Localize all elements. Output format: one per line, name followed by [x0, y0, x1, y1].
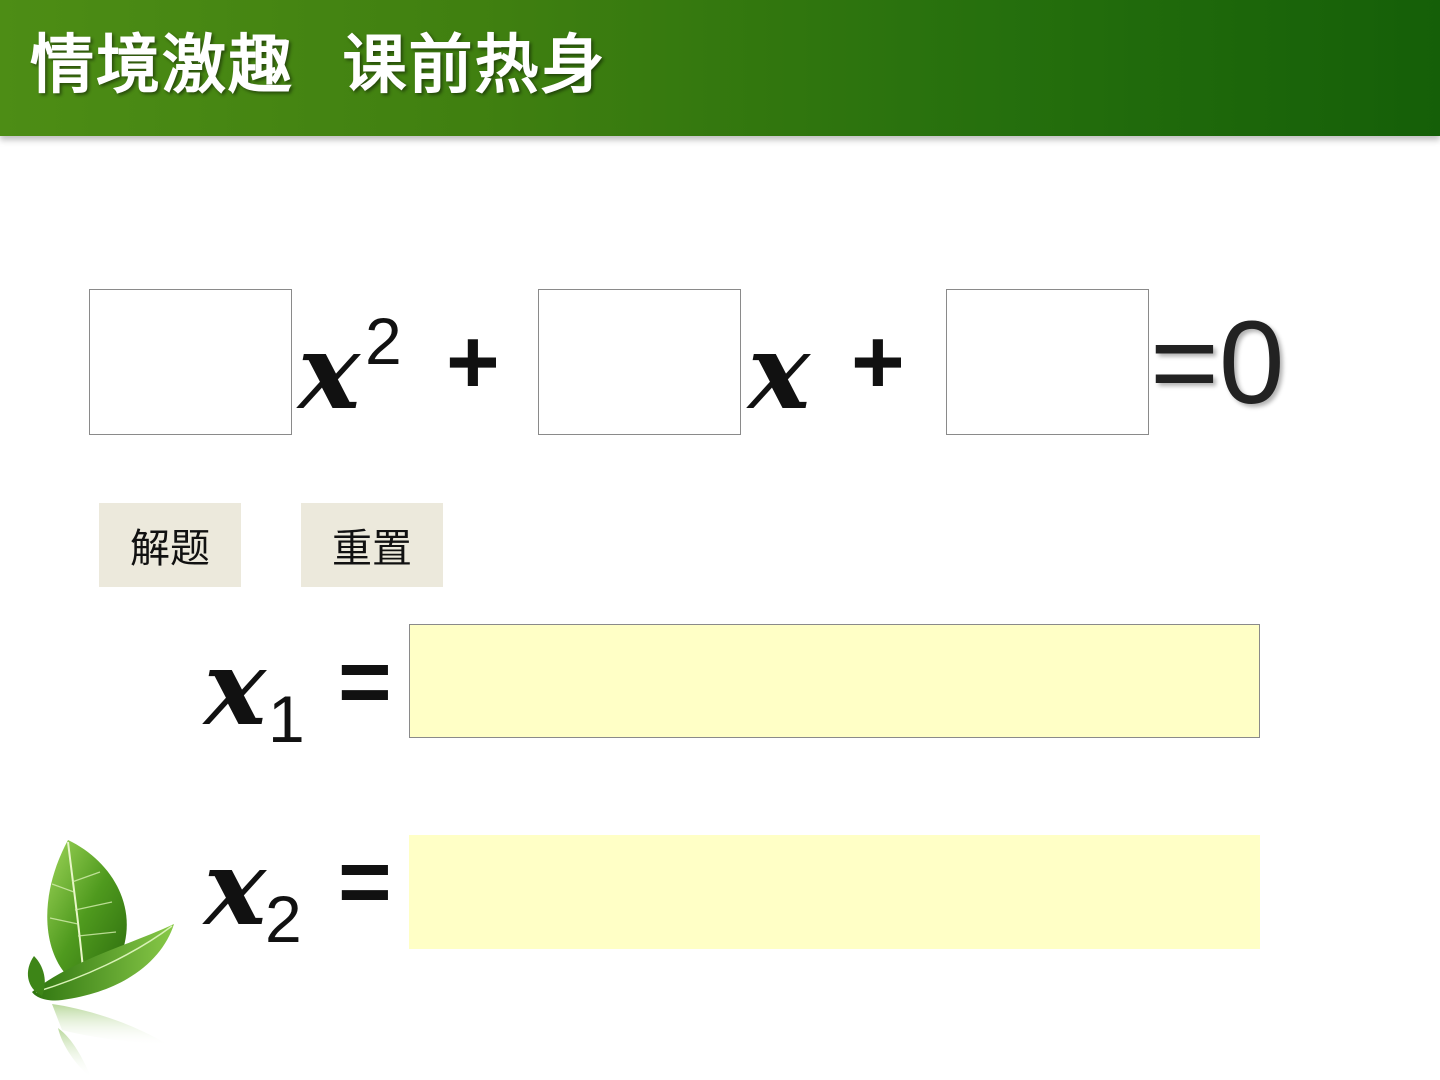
- x1-answer-box: [409, 624, 1260, 738]
- equals-zero: =0: [1150, 297, 1285, 429]
- header-bar: 情境激趣 课前热身: [0, 0, 1440, 136]
- coefficient-c-box[interactable]: [946, 289, 1152, 436]
- coefficient-b-box[interactable]: [538, 289, 744, 436]
- x2-subscript: 2: [265, 882, 302, 956]
- coefficient-b-input[interactable]: [539, 290, 744, 436]
- reset-button[interactable]: 重置: [301, 503, 443, 587]
- plus-sign-1: +: [446, 311, 500, 413]
- x2-variable: x: [204, 826, 267, 949]
- plus-sign-2: +: [851, 311, 905, 413]
- x2-equals: =: [338, 831, 392, 933]
- x-linear-variable: x: [748, 310, 811, 433]
- x-squared-variable: x: [298, 310, 361, 433]
- coefficient-a-box[interactable]: [89, 289, 295, 436]
- page-title: 情境激趣 课前热身: [30, 28, 607, 103]
- x1-equals: =: [338, 631, 392, 733]
- coefficient-c-input[interactable]: [947, 290, 1152, 436]
- x2-answer-box: [409, 835, 1260, 949]
- x1-subscript: 1: [268, 682, 305, 756]
- coefficient-a-input[interactable]: [90, 290, 295, 436]
- green-leaf-icon: [22, 832, 192, 1080]
- slide: 情境激趣 课前热身 x 2 + x + =0 解题 重置 x 1 = x 2 =: [0, 0, 1440, 1080]
- solve-button[interactable]: 解题: [99, 503, 241, 587]
- square-exponent: 2: [365, 304, 402, 378]
- x1-variable: x: [204, 626, 267, 749]
